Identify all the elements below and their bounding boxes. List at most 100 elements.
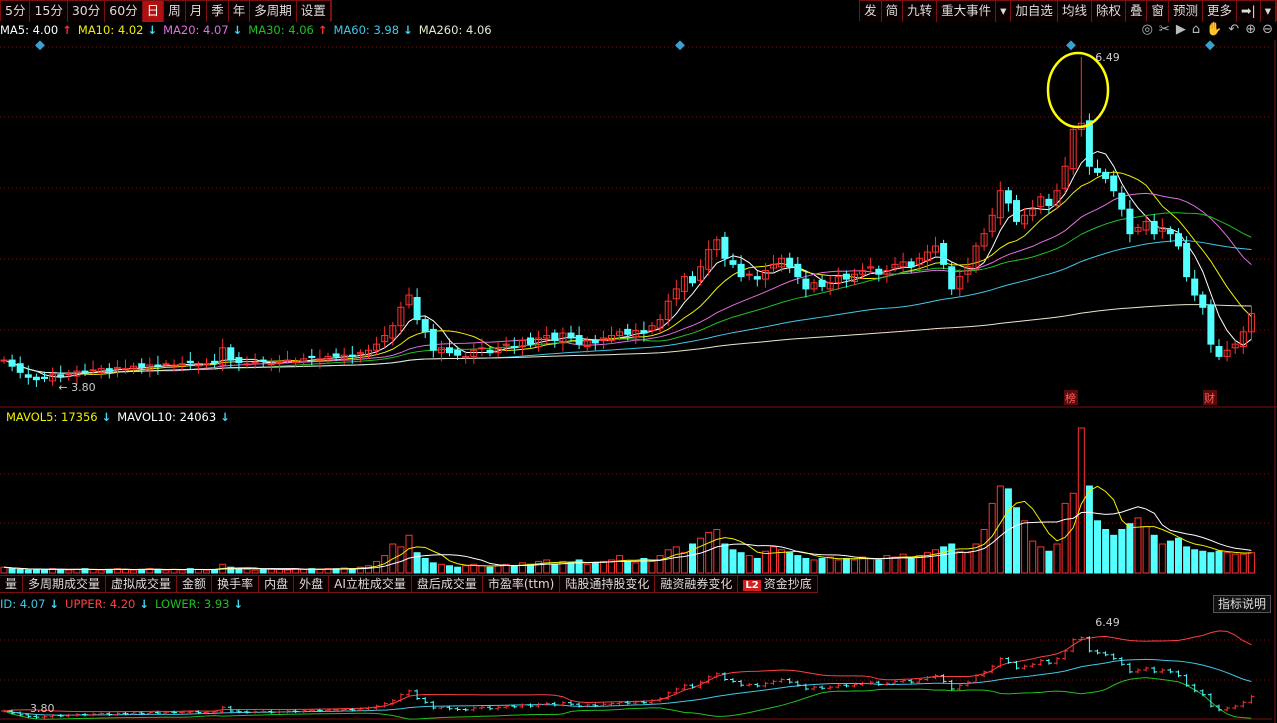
volume-bar [243,568,251,574]
volume-bar [875,559,883,574]
candle-body [413,296,421,321]
indicator-tab-4[interactable]: 换手率 [212,576,260,592]
volume-bar [1094,520,1101,574]
candle-body [227,347,235,361]
volume-bar [178,569,186,574]
candle-body [1207,304,1215,345]
volume-bar [964,552,972,574]
volume-bar [1191,549,1199,574]
volume-bar [842,558,850,574]
volume-bar [834,559,842,574]
vol_legend-item: MAVOL10: 24063 ↓ [117,410,230,424]
candle-body [842,273,850,280]
volume-bar [810,559,818,574]
volume-bar [1215,550,1223,574]
candle-body [737,263,745,278]
volume-bar [1013,507,1020,574]
volume-bar [729,549,737,574]
indicator-tab-2[interactable]: 虚拟成交量 [106,576,178,592]
boll_legend-item: ID: 4.07 ↓ [0,597,60,611]
candle-body [8,359,16,367]
volume-bar [1142,526,1150,574]
boll_legend-item: UPPER: 4.20 ↓ [65,597,149,611]
volume-bar [802,558,810,574]
indicator-tab-3[interactable]: 金额 [177,576,213,592]
volume-bar [24,569,32,574]
volume-bar [697,537,705,574]
candle-body [1191,278,1199,296]
candle-body [1013,200,1020,222]
candle-body [907,261,915,268]
volume-bar [97,569,105,574]
volume-bar [705,531,713,574]
volume-bar [599,560,607,574]
volume-bar [486,566,494,574]
candle-body [1102,171,1110,179]
volume-bar [745,555,753,574]
indicator-tab-12[interactable]: L2 资金抄底 [738,576,818,592]
volume-bar [1126,523,1134,574]
volume-bar [154,568,162,574]
candle-body [211,360,219,364]
candle-body [1175,233,1182,247]
volume-bar [32,568,40,574]
indicator-tab-1[interactable]: 多周期成交量 [23,576,107,592]
volume-bar [316,568,324,574]
indicator-tab-10[interactable]: 陆股通持股变化 [560,576,656,592]
event-label: 榜 [1065,391,1076,405]
volume-bar [770,546,777,574]
volume-bar [778,549,786,574]
indicator-tab-11[interactable]: 融资融券变化 [655,576,739,592]
indicator-tab-6[interactable]: 外盘 [294,576,330,592]
volume-bar [1053,543,1061,574]
volume-legend: MAVOL5: 17356 ↓ MAVOL10: 24063 ↓ [6,408,236,426]
volume-bar [1150,534,1158,574]
candle-body [818,279,826,287]
candle-body [802,278,810,290]
event-diamond-icon [1066,40,1076,51]
volume-bar [721,543,729,574]
indicator-tab-9[interactable]: 市盈率(ttm) [482,576,561,592]
boll-high-label: 6.49 [1095,616,1120,629]
volume-bar [429,562,437,574]
candle-body [689,276,696,284]
volume-bar [397,546,405,574]
volume-bar [275,568,283,574]
event-diamond-icon [35,40,45,51]
volume-bar [405,534,413,574]
candle-body [41,376,48,379]
volume-bar [551,563,559,574]
arrow-down-icon: ↓ [229,597,244,611]
candle-body [81,370,89,373]
volume-bar [656,555,664,574]
candle-body [575,335,583,345]
candle-body [259,359,267,362]
volume-bar [664,549,672,574]
indicator-tab-8[interactable]: 盘后成交量 [411,576,483,592]
volume-bar [421,558,429,574]
arrow-down-icon: ↓ [97,410,112,424]
indicator-tab-5[interactable]: 内盘 [259,576,295,592]
volume-bar [65,569,73,574]
volume-bar [437,563,445,574]
indicator-explain-button[interactable]: 指标说明 [1212,595,1271,613]
indicator-tab-0[interactable]: 量 [0,576,24,592]
stock-chart[interactable]: 6.49← 3.806.493.80榜财 [0,0,1277,723]
arrow-down-icon: ↓ [45,597,60,611]
indicator-tab-7[interactable]: AI立桩成交量 [329,576,412,592]
ma60-line [3,240,1252,374]
volume-bar [41,569,48,574]
arrow-down-icon: ↓ [216,410,230,424]
volume-bar [567,562,575,574]
low-price-label: ← 3.80 [58,381,95,394]
volume-bar [494,565,502,574]
volume-bar [1166,540,1174,574]
volume-bar [1183,546,1191,574]
volume-bar [478,565,486,574]
candle-body [567,332,575,339]
volume-bar [454,566,462,574]
volume-bar [948,543,956,574]
candle-body [57,374,65,377]
volume-bar [543,559,551,574]
candle-body [1004,190,1012,204]
